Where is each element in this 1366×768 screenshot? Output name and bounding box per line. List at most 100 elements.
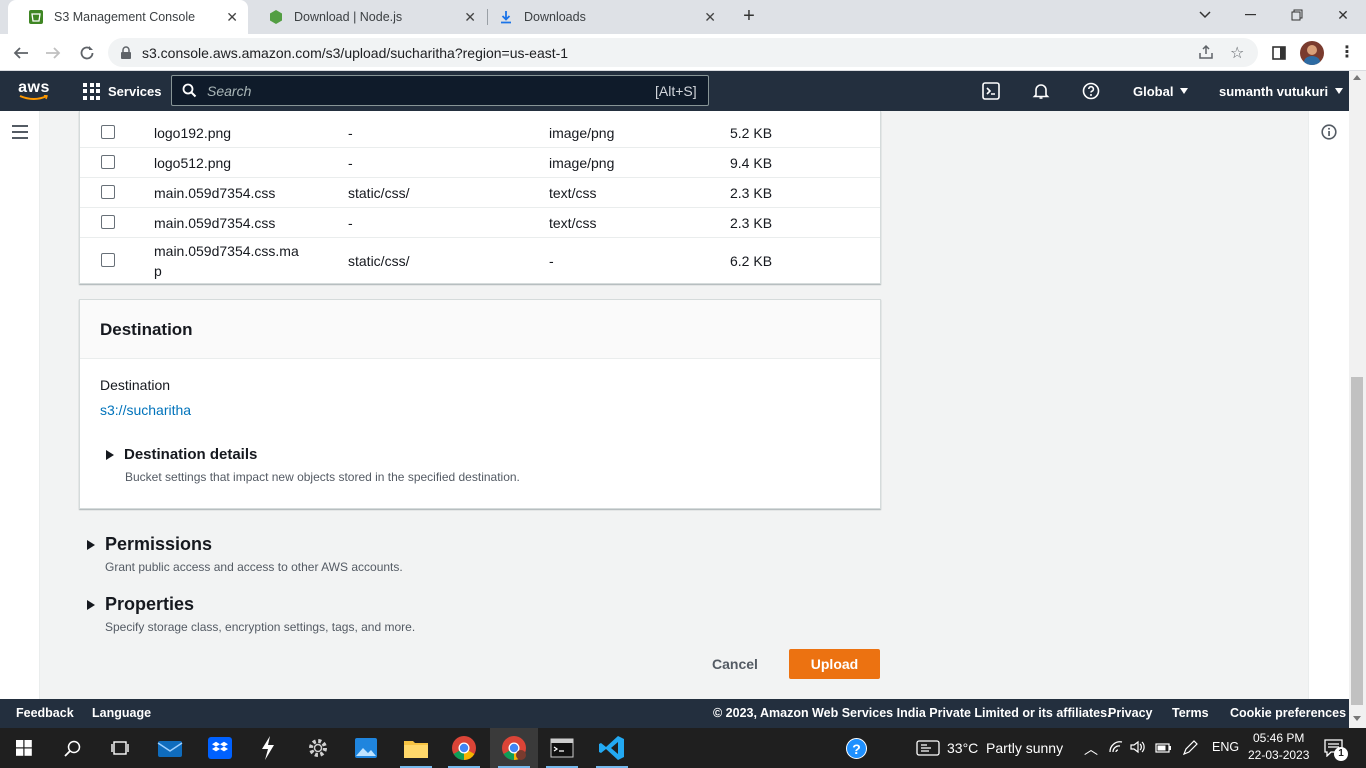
destination-heading: Destination (100, 320, 193, 339)
file-folder: static/css/ (348, 185, 410, 201)
new-tab-button[interactable]: + (738, 5, 760, 27)
info-icon[interactable] (1321, 124, 1337, 145)
account-menu[interactable]: sumanth vutukuri (1219, 71, 1344, 111)
feedback-link[interactable]: Feedback (16, 706, 74, 720)
row-checkbox[interactable] (101, 215, 115, 229)
scroll-down-arrow-icon[interactable] (1353, 716, 1361, 721)
scrollbar-thumb[interactable] (1351, 377, 1363, 705)
row-checkbox[interactable] (101, 155, 115, 169)
destination-label: Destination (100, 377, 171, 393)
photos-app-icon[interactable] (342, 728, 390, 768)
clock-time[interactable]: 05:46 PM (1253, 731, 1304, 745)
address-bar[interactable]: s3.console.aws.amazon.com/s3/upload/such… (108, 38, 1258, 67)
language-link[interactable]: Language (92, 706, 151, 720)
reload-button[interactable] (74, 40, 100, 66)
forward-button[interactable] (40, 40, 66, 66)
file-size: 5.2 KB (730, 125, 773, 141)
row-checkbox[interactable] (101, 253, 115, 267)
cloudshell-icon[interactable] (982, 71, 1000, 111)
share-icon[interactable] (1198, 44, 1214, 63)
chevron-up-icon[interactable]: ︿ (1084, 739, 1098, 759)
tab-s3-console[interactable]: S3 Management Console ✕ (8, 0, 248, 34)
close-tab-icon[interactable]: ✕ (704, 9, 716, 26)
upload-button[interactable]: Upload (789, 649, 880, 679)
hamburger-menu-icon[interactable] (12, 125, 28, 144)
permissions-toggle[interactable]: Permissions (87, 534, 212, 555)
close-tab-icon[interactable]: ✕ (464, 9, 476, 26)
destination-bucket-link[interactable]: s3://sucharitha (100, 402, 191, 418)
menu-icon[interactable]: ⋮ (1337, 43, 1357, 63)
close-window-button[interactable]: ✕ (1320, 4, 1366, 26)
lock-icon[interactable] (120, 45, 132, 60)
weather-icon[interactable] (916, 740, 940, 761)
page-scrollbar[interactable] (1349, 71, 1366, 728)
windows-taskbar: ? 33°C Partly sunny ︿ ENG 05:46 PM 22-03… (0, 728, 1366, 768)
permissions-desc: Grant public access and access to other … (105, 560, 403, 574)
destination-details-toggle[interactable]: Destination details (106, 446, 257, 463)
task-view-icon[interactable] (96, 728, 144, 768)
region-label: Global (1133, 83, 1174, 99)
grid-icon (83, 82, 100, 100)
tab-nodejs[interactable]: Download | Node.js ✕ (248, 0, 486, 34)
notification-count-badge: 1 (1334, 747, 1348, 761)
volume-icon[interactable] (1130, 740, 1146, 759)
table-row[interactable]: main.059d7354.css.ma p static/css/ - 6.2… (80, 238, 880, 283)
side-panel-icon[interactable] (1266, 40, 1292, 66)
input-language[interactable]: ENG (1212, 740, 1239, 754)
services-menu[interactable]: Services (83, 71, 162, 111)
help-icon[interactable] (1082, 71, 1100, 111)
pen-icon[interactable] (1182, 740, 1198, 761)
close-tab-icon[interactable]: ✕ (226, 9, 238, 26)
taskbar-search-icon[interactable] (48, 728, 96, 768)
file-name: logo512.png (154, 155, 232, 171)
cookie-preferences-link[interactable]: Cookie preferences (1230, 706, 1346, 720)
restore-button[interactable] (1274, 4, 1320, 26)
file-size: 2.3 KB (730, 215, 773, 231)
vscode-icon[interactable] (588, 728, 636, 768)
row-checkbox[interactable] (101, 185, 115, 199)
back-button[interactable] (8, 40, 34, 66)
lightning-app-icon[interactable] (244, 728, 292, 768)
help-tray-icon[interactable]: ? (846, 738, 867, 759)
row-checkbox[interactable] (101, 125, 115, 139)
minimize-button[interactable] (1228, 4, 1274, 26)
region-selector[interactable]: Global (1133, 71, 1189, 111)
permissions-title: Permissions (105, 534, 213, 554)
chrome-profile-icon[interactable] (490, 728, 538, 768)
profile-avatar[interactable] (1300, 41, 1324, 65)
aws-search-input[interactable]: Search [Alt+S] (171, 75, 709, 106)
file-explorer-icon[interactable] (392, 728, 440, 768)
mail-app-icon[interactable] (146, 728, 194, 768)
caret-right-icon (87, 539, 95, 550)
notifications-bell-icon[interactable] (1032, 71, 1050, 111)
table-row[interactable]: logo512.png - image/png 9.4 KB (80, 148, 880, 178)
weather-text[interactable]: 33°C Partly sunny (947, 740, 1063, 756)
table-row[interactable]: main.059d7354.css - text/css 2.3 KB (80, 208, 880, 238)
scroll-up-arrow-icon[interactable] (1353, 75, 1361, 80)
chrome-icon[interactable] (440, 728, 488, 768)
tab-search-button[interactable] (1182, 4, 1228, 26)
settings-gear-icon[interactable] (294, 728, 342, 768)
table-row[interactable]: logo192.png - image/png 5.2 KB (80, 111, 880, 148)
bookmark-star-icon[interactable]: ☆ (1230, 43, 1244, 63)
properties-toggle[interactable]: Properties (87, 594, 194, 615)
clock-date[interactable]: 22-03-2023 (1248, 748, 1309, 762)
windows-start-icon[interactable] (0, 728, 48, 768)
aws-s3-favicon (28, 9, 44, 25)
properties-desc: Specify storage class, encryption settin… (105, 620, 416, 634)
file-type: text/css (549, 185, 597, 201)
file-name-line1: main.059d7354.css.ma (154, 243, 299, 259)
terms-link[interactable]: Terms (1172, 706, 1209, 720)
terminal-icon[interactable] (538, 728, 586, 768)
wifi-icon[interactable] (1108, 740, 1124, 759)
table-row[interactable]: main.059d7354.css static/css/ text/css 2… (80, 178, 880, 208)
destination-details-desc: Bucket settings that impact new objects … (125, 470, 520, 484)
file-name-line2: p (154, 263, 162, 279)
files-table: logo192.png - image/png 5.2 KB logo512.p… (79, 111, 881, 284)
privacy-link[interactable]: Privacy (1108, 706, 1152, 720)
dropbox-icon[interactable] (196, 728, 244, 768)
tab-downloads[interactable]: Downloads ✕ (488, 0, 726, 34)
battery-icon[interactable] (1155, 741, 1173, 759)
cancel-button[interactable]: Cancel (697, 649, 773, 679)
aws-logo[interactable]: aws (17, 71, 51, 111)
